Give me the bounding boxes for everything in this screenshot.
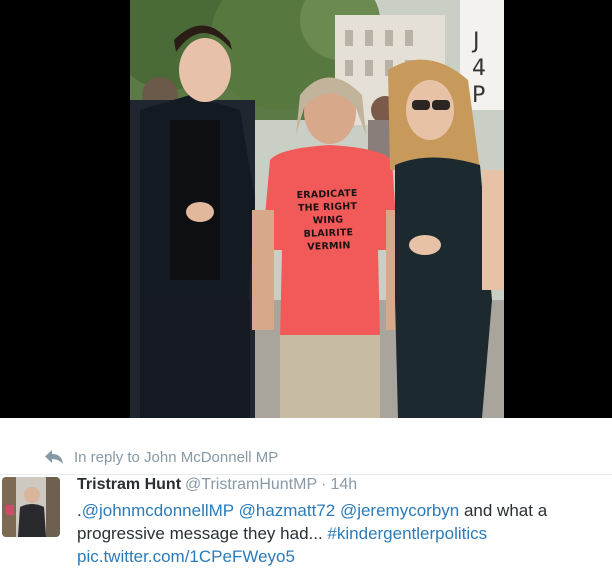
photo-frame: J 4 P ERADICATE THE RIGHT WING BLAIRITE … bbox=[0, 0, 612, 418]
svg-text:4: 4 bbox=[472, 56, 486, 81]
mention-johnmcdonnellmp[interactable]: @johnmcdonnellMP bbox=[82, 501, 234, 520]
reply-arrow-icon bbox=[44, 449, 64, 465]
shirt-slogan: ERADICATE THE RIGHT WING BLAIRITE VERMIN bbox=[282, 186, 374, 254]
hashtag-link[interactable]: #kindergentlerpolitics bbox=[327, 524, 487, 543]
tweet: Tristram Hunt @TristramHuntMP · 14h .@jo… bbox=[77, 474, 607, 568]
mention-jeremycorbyn[interactable]: @jeremycorbyn bbox=[340, 501, 459, 520]
shirt-line-2: THE RIGHT WING bbox=[297, 200, 358, 227]
tweet-timestamp[interactable]: 14h bbox=[330, 474, 357, 495]
sign-text: J bbox=[471, 29, 480, 54]
avatar-image bbox=[2, 477, 60, 537]
author-name[interactable]: Tristram Hunt bbox=[77, 474, 181, 495]
tweet-text: .@johnmcdonnellMP @hazmatt72 @jeremycorb… bbox=[77, 499, 607, 568]
mention-hazmatt72[interactable]: @hazmatt72 bbox=[239, 501, 336, 520]
separator-dot: · bbox=[321, 476, 327, 493]
tweet-header: Tristram Hunt @TristramHuntMP · 14h bbox=[77, 474, 607, 495]
avatar[interactable] bbox=[2, 477, 60, 537]
media-link[interactable]: pic.twitter.com/1CPeFWeyo5 bbox=[77, 547, 295, 566]
in-reply-to[interactable]: In reply to John McDonnell MP bbox=[44, 447, 278, 467]
in-reply-to-label: In reply to John McDonnell MP bbox=[74, 448, 279, 466]
tweet-photo[interactable]: J 4 P ERADICATE THE RIGHT WING BLAIRITE … bbox=[130, 0, 504, 418]
author-handle[interactable]: @TristramHuntMP bbox=[185, 474, 317, 495]
svg-text:P: P bbox=[472, 83, 485, 108]
